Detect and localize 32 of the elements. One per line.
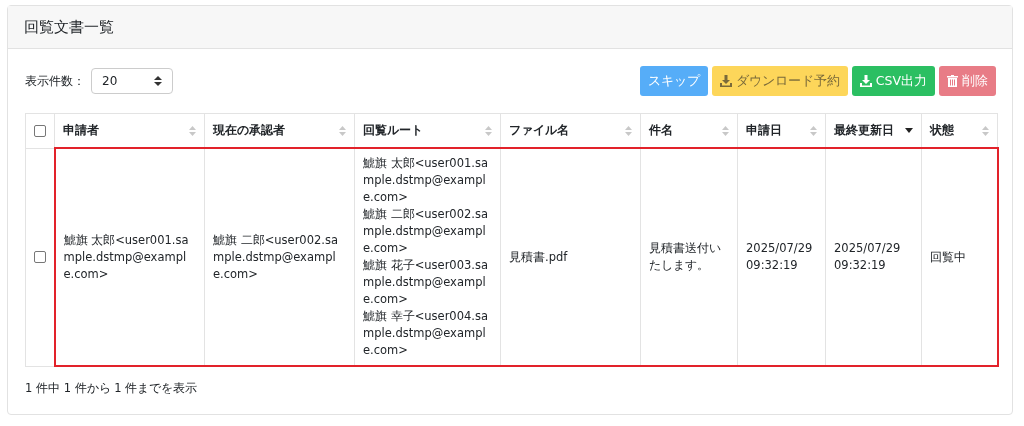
sort-icon — [154, 76, 162, 86]
table-cell-text: 2025/07/29 — [834, 240, 902, 257]
table-cell-text: 見積書.pdf — [509, 248, 569, 266]
card-title: 回覧文書一覧 — [24, 17, 114, 37]
page-size-label: 表示件数： — [25, 73, 85, 89]
download-icon — [719, 75, 732, 87]
table-cell-text: 見積書送付いたします。 — [649, 240, 722, 274]
row-checkbox[interactable] — [33, 251, 46, 263]
column-header[interactable]: 現在の承認者 — [204, 113, 355, 148]
column-header[interactable]: 最終更新日 — [825, 113, 922, 148]
route-entry: 鯱旗 二郎<user002.sample.dstmp@example.com> — [363, 206, 490, 257]
trash-icon — [947, 75, 958, 87]
table-cell-text: 2025/07/29 — [746, 240, 814, 257]
result-count-text: 1 件中 1 件から 1 件までを表示 — [25, 381, 198, 395]
column-header[interactable]: 申請日 — [737, 113, 826, 148]
column-header[interactable]: 件名 — [640, 113, 738, 148]
download-reserve-button[interactable]: ダウンロード予約 — [711, 66, 848, 96]
table-cell-text: 回覧中 — [930, 248, 967, 266]
table-cell-text: 09:32:19 — [746, 257, 799, 274]
route-entry: 鯱旗 花子<user003.sample.dstmp@example.com> — [363, 257, 490, 308]
route-entry: 鯱旗 幸子<user004.sample.dstmp@example.com> — [363, 308, 490, 359]
select-all-checkbox[interactable] — [34, 125, 46, 138]
column-header[interactable]: 状態 — [921, 113, 998, 148]
route-entry: 鯱旗 太郎<user001.sample.dstmp@example.com> — [363, 155, 490, 206]
download-icon — [859, 75, 872, 87]
column-header[interactable]: ファイル名 — [500, 113, 641, 148]
table-cell-text: 鯱旗 二郎<user002.sample.dstmp@example.com> — [213, 231, 340, 283]
page-size-select[interactable]: 20 — [91, 68, 173, 94]
table-cell-text: 09:32:19 — [834, 257, 887, 274]
column-header[interactable]: 回覧ルート — [354, 113, 501, 148]
column-header[interactable]: 申請者 — [54, 113, 205, 148]
table-cell-text: 鯱旗 太郎<user001.sample.dstmp@example.com> — [63, 231, 190, 283]
